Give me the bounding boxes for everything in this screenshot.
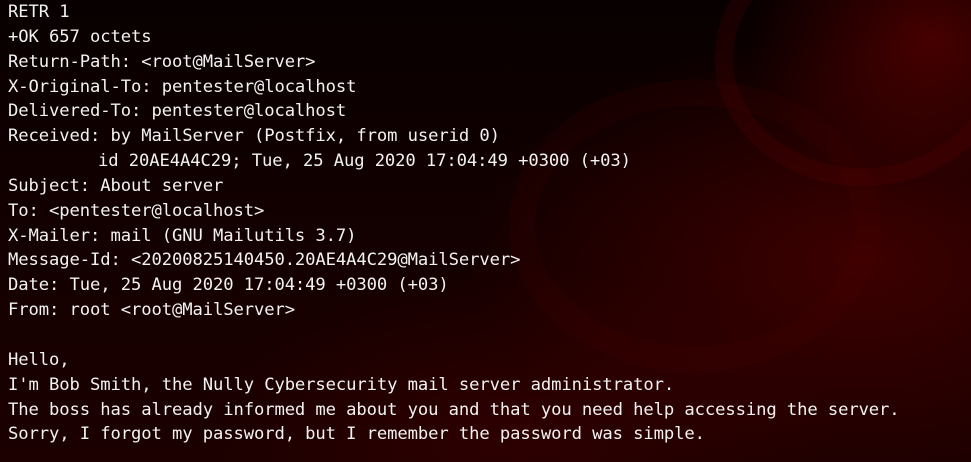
header-subject: Subject: About server (8, 175, 224, 196)
message-body-line: I'm Bob Smith, the Nully Cybersecurity m… (8, 374, 675, 395)
command-line: RETR 1 (8, 2, 70, 22)
message-body-line: Sorry, I forgot my password, but I remem… (8, 424, 705, 445)
terminal-output: RETR 1 +OK 657 octets Return-Path: <root… (8, 0, 900, 447)
terminal-window[interactable]: RETR 1 +OK 657 octets Return-Path: <root… (0, 0, 971, 462)
header-return-path: Return-Path: <root@MailServer> (8, 51, 316, 72)
header-received: Received: by MailServer (Postfix, from u… (8, 126, 500, 147)
message-body-line: The boss has already informed me about y… (8, 399, 900, 420)
message-body-line: Hello, (8, 349, 70, 370)
header-x-mailer: X-Mailer: mail (GNU Mailutils 3.7) (8, 225, 357, 246)
header-delivered-to: Delivered-To: pentester@localhost (8, 101, 347, 122)
server-response-line: +OK 657 octets (8, 26, 152, 47)
header-date: Date: Tue, 25 Aug 2020 17:04:49 +0300 (+… (8, 275, 449, 296)
header-to: To: <pentester@localhost> (8, 200, 265, 221)
header-message-id: Message-Id: <20200825140450.20AE4A4C29@M… (8, 250, 521, 271)
header-from: From: root <root@MailServer> (8, 300, 295, 321)
header-received-continuation: id 20AE4A4C29; Tue, 25 Aug 2020 17:04:49… (98, 151, 631, 172)
header-x-original-to: X-Original-To: pentester@localhost (8, 76, 357, 97)
